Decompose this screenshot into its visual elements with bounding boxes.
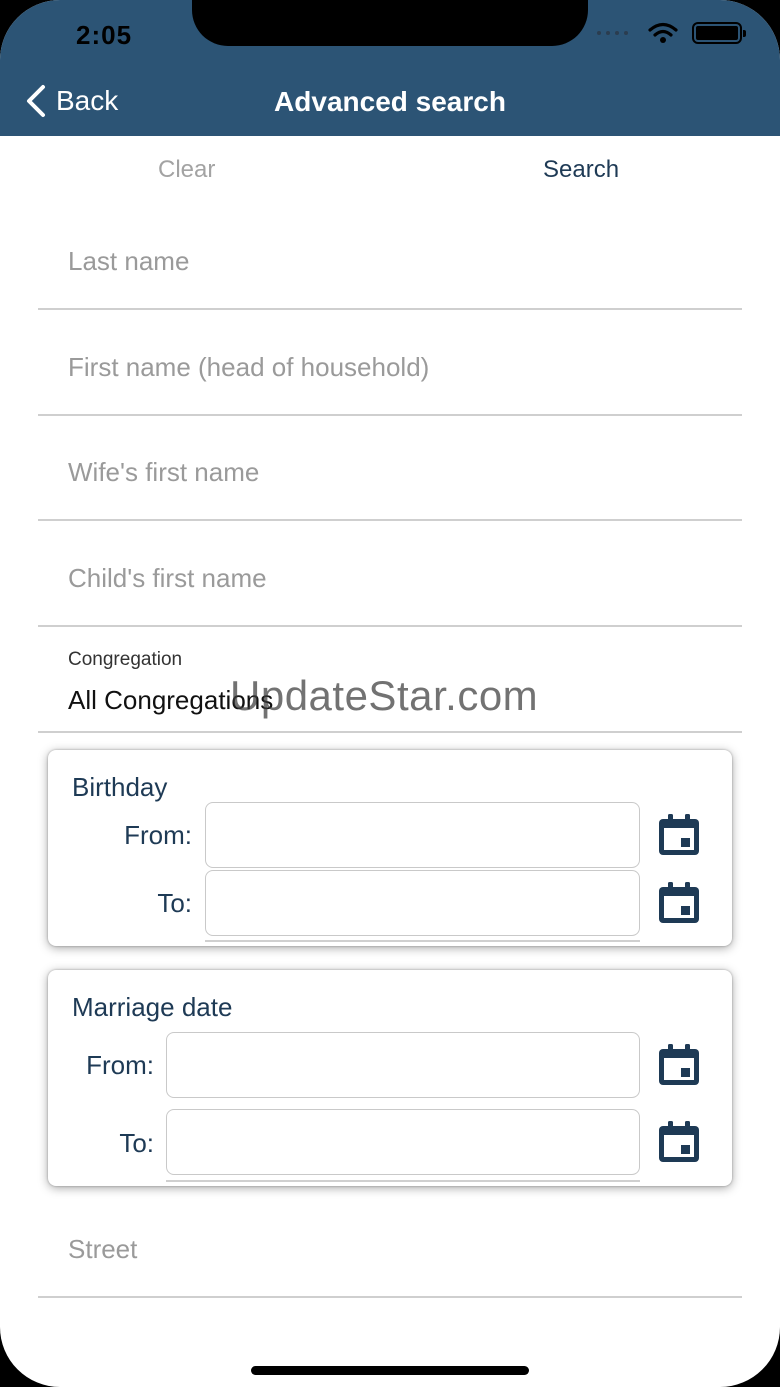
search-button[interactable]: Search: [543, 156, 619, 184]
calendar-icon[interactable]: [656, 1042, 702, 1088]
marriage-title: Marriage date: [72, 992, 233, 1022]
wife-first-name-field[interactable]: Wife's first name: [38, 415, 742, 521]
last-name-field[interactable]: Last name: [38, 204, 742, 310]
congregation-label: Congregation: [68, 649, 183, 670]
calendar-icon[interactable]: [656, 812, 702, 858]
wife-first-name-placeholder: Wife's first name: [68, 457, 260, 487]
child-first-name-placeholder: Child's first name: [68, 563, 267, 593]
signal-dots-icon: [597, 31, 628, 35]
birthday-card: Birthday From: To:: [48, 750, 732, 946]
calendar-icon[interactable]: [656, 880, 702, 926]
birthday-to-input[interactable]: [205, 870, 640, 936]
calendar-icon[interactable]: [656, 1119, 702, 1165]
clear-button[interactable]: Clear: [158, 156, 215, 184]
marriage-from-input[interactable]: [166, 1032, 640, 1098]
watermark-text: UpdateStar.com: [230, 672, 539, 719]
birthday-from-input[interactable]: [205, 802, 640, 868]
marriage-to-label: To:: [119, 1128, 154, 1158]
child-first-name-field[interactable]: Child's first name: [38, 521, 742, 627]
status-time: 2:05: [76, 20, 133, 50]
street-field[interactable]: Street: [38, 1192, 742, 1298]
marriage-from-label: From:: [86, 1050, 154, 1080]
street-placeholder: Street: [68, 1234, 138, 1264]
birthday-title: Birthday: [72, 772, 168, 802]
device-notch: [192, 0, 588, 46]
page-title: Advanced search: [274, 86, 506, 117]
last-name-placeholder: Last name: [68, 246, 190, 276]
marriage-to-input[interactable]: [166, 1109, 640, 1175]
status-icons: [597, 22, 746, 44]
birthday-from-label: From:: [124, 820, 192, 850]
marriage-date-card: Marriage date From: To:: [48, 970, 732, 1186]
marriage-underline: [166, 1180, 640, 1182]
phone-screen: 2:05 Back Advanced search Clear Search L…: [0, 0, 780, 1387]
first-name-placeholder: First name (head of household): [68, 352, 430, 382]
home-indicator: [251, 1366, 529, 1375]
header-bar: 2:05 Back Advanced search: [0, 0, 780, 136]
first-name-field[interactable]: First name (head of household): [38, 310, 742, 416]
battery-icon: [692, 22, 746, 44]
birthday-underline: [205, 940, 640, 942]
wifi-icon: [648, 22, 678, 43]
action-row: Clear Search: [0, 156, 780, 186]
birthday-to-label: To:: [157, 888, 192, 918]
